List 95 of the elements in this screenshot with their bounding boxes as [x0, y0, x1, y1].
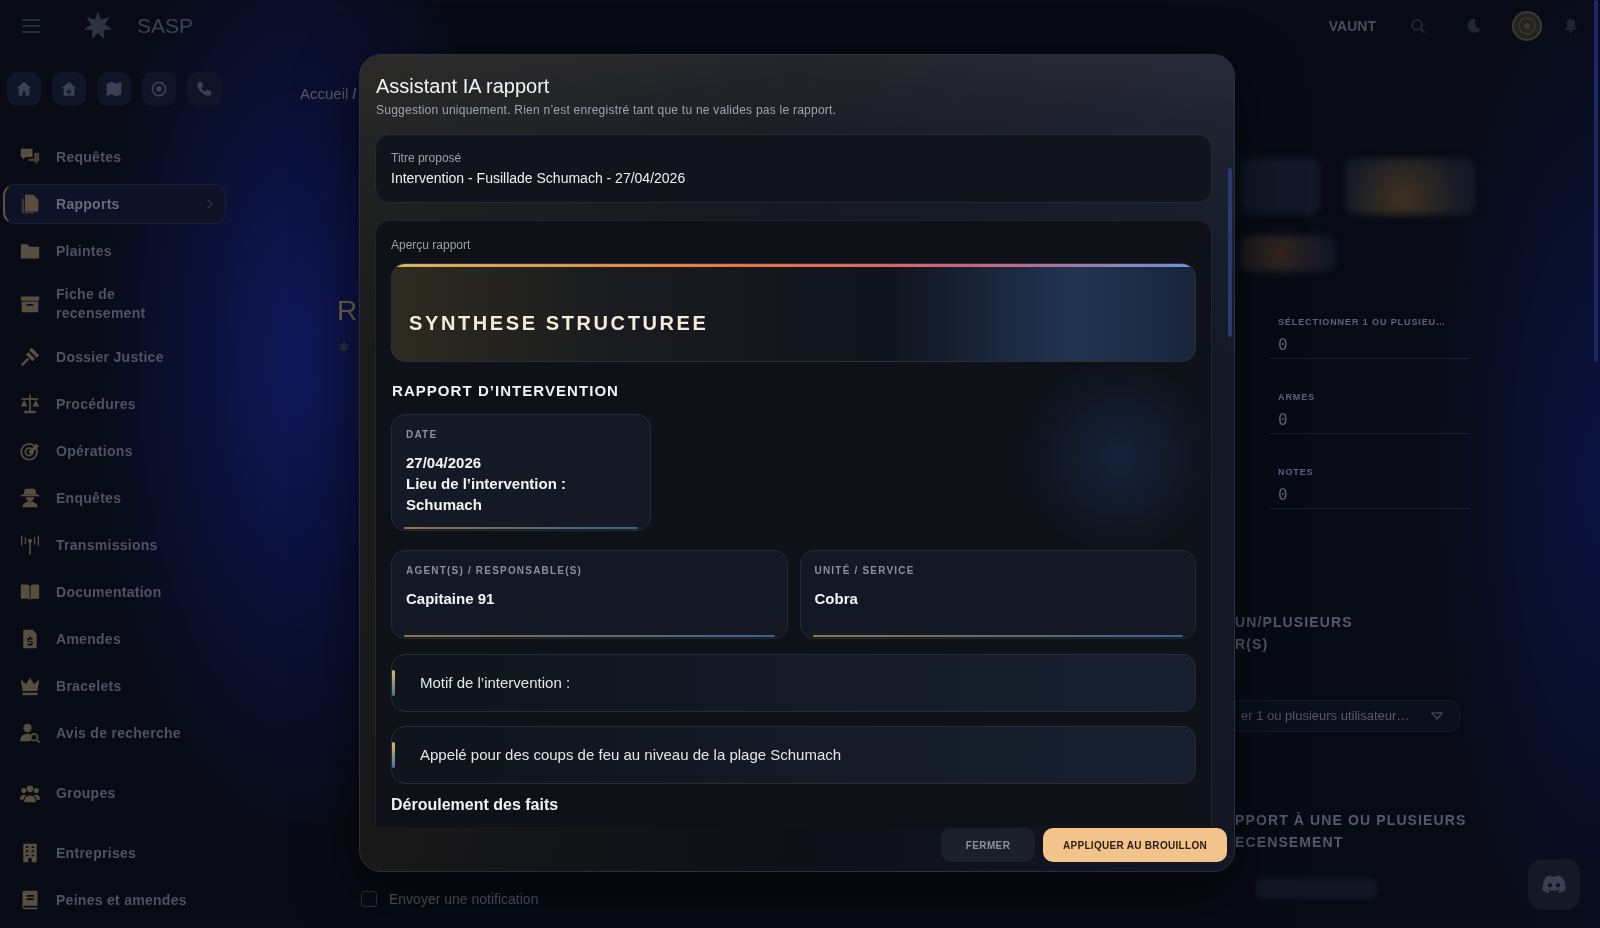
chevron-down-icon — [1431, 712, 1443, 720]
close-button[interactable]: FERMER — [941, 828, 1035, 862]
section-heading: Déroulement des faits — [391, 795, 559, 815]
report-heading: RAPPORT D’INTERVENTION — [392, 382, 619, 400]
modal-title: Assistant IA rapport — [376, 74, 551, 98]
sidebar-item[interactable]: Documentation — [3, 572, 226, 612]
sidebar-item[interactable]: Procédures — [3, 384, 226, 424]
field-label: DATE — [406, 429, 439, 441]
sidebar-item[interactable]: Requêtes — [3, 137, 226, 177]
number-field[interactable]: 0 — [1270, 485, 1470, 509]
field-label: ARMES — [1277, 391, 1316, 403]
sidebar-item[interactable]: Bracelets — [3, 666, 226, 706]
field-value: Lieu de l’intervention : Schumach — [406, 474, 567, 515]
scrollbar-thumb[interactable] — [1594, 0, 1598, 362]
target-icon — [20, 441, 40, 461]
paragraph-text: Appelé pour des coups de feu au niveau de la plage Schumach — [420, 745, 842, 765]
building-icon — [20, 843, 40, 863]
ring-icon — [151, 81, 167, 97]
sidebar-item[interactable]: Rapports — [3, 184, 226, 224]
field-value: 27/04/2026 — [406, 453, 483, 473]
sidebar-item[interactable]: Plaintes — [3, 231, 226, 271]
number-field[interactable]: 0 — [1270, 410, 1470, 434]
house-icon — [61, 81, 77, 97]
menu-icon[interactable] — [22, 19, 40, 33]
sidebar-item[interactable]: Opérations — [3, 431, 226, 471]
breadcrumb-link[interactable]: Accueil — [300, 85, 349, 103]
blurred-button[interactable] — [1345, 158, 1475, 215]
sidebar-item[interactable]: Groupes — [3, 773, 226, 813]
gavel-icon — [20, 347, 40, 367]
sidebar-item[interactable]: Dossier Justice — [3, 337, 226, 377]
avatar[interactable] — [1512, 11, 1542, 41]
star-icon — [338, 341, 350, 353]
quick-action-button[interactable] — [142, 72, 176, 106]
section-heading: PPORT À UNE OU PLUSIEURS ECENSEMENT — [1235, 811, 1468, 852]
field-label: AGENT(S) / RESPONSABLE(S) — [406, 565, 584, 577]
field-label: UNITÉ / SERVICE — [814, 565, 916, 577]
star-badge-icon — [83, 11, 113, 41]
blurred-button[interactable] — [1240, 158, 1320, 215]
sidebar-item[interactable]: Transmissions — [3, 525, 226, 565]
sidebar-item[interactable]: Entreprises — [3, 833, 226, 873]
accent-bar — [392, 670, 395, 696]
quick-action-button[interactable] — [97, 72, 131, 106]
paragraph-text: Motif de l’intervention : — [420, 673, 571, 693]
apply-button[interactable]: APPLIQUER AU BROUILLON — [1043, 828, 1227, 862]
proposed-title-value: Intervention - Fusillade Schumach - 27/04/2026 — [391, 169, 687, 187]
person-search-icon — [20, 723, 40, 743]
number-field[interactable]: 0 — [1270, 335, 1470, 359]
scales-icon — [20, 394, 40, 414]
chat-icon — [20, 147, 40, 167]
select-field[interactable]: er 1 ou plusieurs utilisateur… — [1235, 700, 1460, 732]
quick-action-button[interactable] — [7, 72, 41, 106]
detective-icon — [20, 488, 40, 508]
modal-subtitle: Suggestion uniquement. Rien n’est enregistré tant que tu ne valides pas le rapport. — [376, 103, 838, 117]
brand-name: SASP — [137, 14, 194, 38]
sidebar-item[interactable]: Avis de recherche — [3, 713, 226, 753]
user-name: VAUNT — [1328, 17, 1376, 35]
chat-button[interactable] — [1528, 859, 1580, 910]
field-value: Capitaine 91 — [406, 589, 496, 609]
crown-icon — [20, 676, 40, 696]
document-icon — [20, 194, 40, 214]
map-icon — [106, 81, 122, 97]
field-label: SÉLECTIONNER 1 OU PLUSIEU… — [1277, 316, 1447, 328]
people-icon — [20, 783, 40, 803]
scrollbar-thumb[interactable] — [1228, 168, 1232, 337]
open-book-icon — [20, 582, 40, 602]
sidebar-item[interactable]: Amendes — [3, 619, 226, 659]
moon-icon[interactable] — [1467, 19, 1481, 33]
checkbox[interactable] — [361, 891, 377, 907]
invoice-icon — [20, 629, 40, 649]
quick-action-button[interactable] — [52, 72, 86, 106]
archive-icon — [20, 294, 40, 314]
page-title: R — [337, 294, 358, 328]
proposed-title-label: Titre proposé — [391, 151, 463, 165]
home-icon — [16, 81, 32, 97]
sidebar-item[interactable]: Fiche de recensement — [3, 278, 226, 330]
folder-icon — [20, 241, 40, 261]
phone-icon — [196, 81, 212, 97]
section-heading: UN/PLUSIEURS R(S) — [1235, 613, 1354, 654]
sidebar-item[interactable]: Enquêtes — [3, 478, 226, 518]
bell-icon[interactable] — [1565, 19, 1577, 33]
closed-book-icon — [20, 890, 40, 910]
sidebar-item[interactable]: Peines et amendes — [3, 880, 226, 920]
antenna-icon — [20, 535, 40, 555]
quick-action-button[interactable] — [187, 72, 221, 106]
discord-icon — [1542, 875, 1566, 894]
preview-label: Aperçu rapport — [391, 238, 472, 252]
breadcrumb-separator: / — [352, 85, 357, 103]
blurred-button[interactable] — [1240, 235, 1335, 272]
chevron-right-icon — [207, 199, 213, 209]
field-value: Cobra — [814, 589, 859, 609]
checkbox-label: Envoyer une notification — [389, 890, 539, 908]
field-label: NOTES — [1277, 466, 1315, 478]
banner-title: SYNTHESE STRUCTUREE — [409, 311, 709, 335]
accent-bar — [392, 742, 395, 768]
search-icon[interactable] — [1411, 19, 1425, 33]
